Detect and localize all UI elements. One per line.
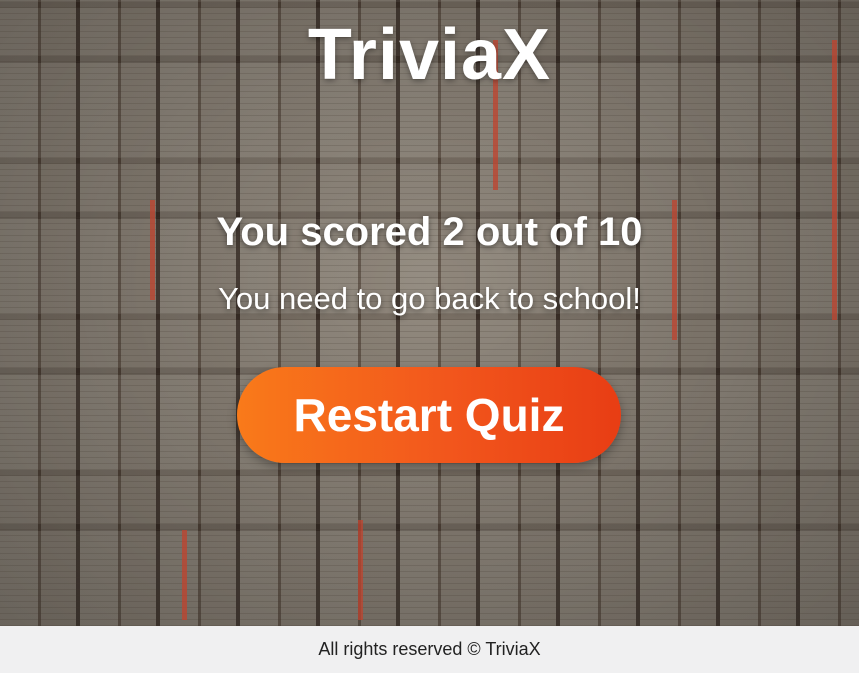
page-footer: All rights reserved © TriviaX <box>0 626 859 673</box>
score-heading: You scored 2 out of 10 <box>216 210 643 254</box>
result-message: You need to go back to school! <box>218 281 641 316</box>
results-content: TriviaX You scored 2 out of 10 You need … <box>0 0 859 626</box>
results-page: TriviaX You scored 2 out of 10 You need … <box>0 0 859 673</box>
footer-copyright-text: All rights reserved © TriviaX <box>318 639 541 659</box>
app-logo: TriviaX <box>307 15 552 95</box>
restart-quiz-button[interactable]: Restart Quiz <box>237 367 621 463</box>
